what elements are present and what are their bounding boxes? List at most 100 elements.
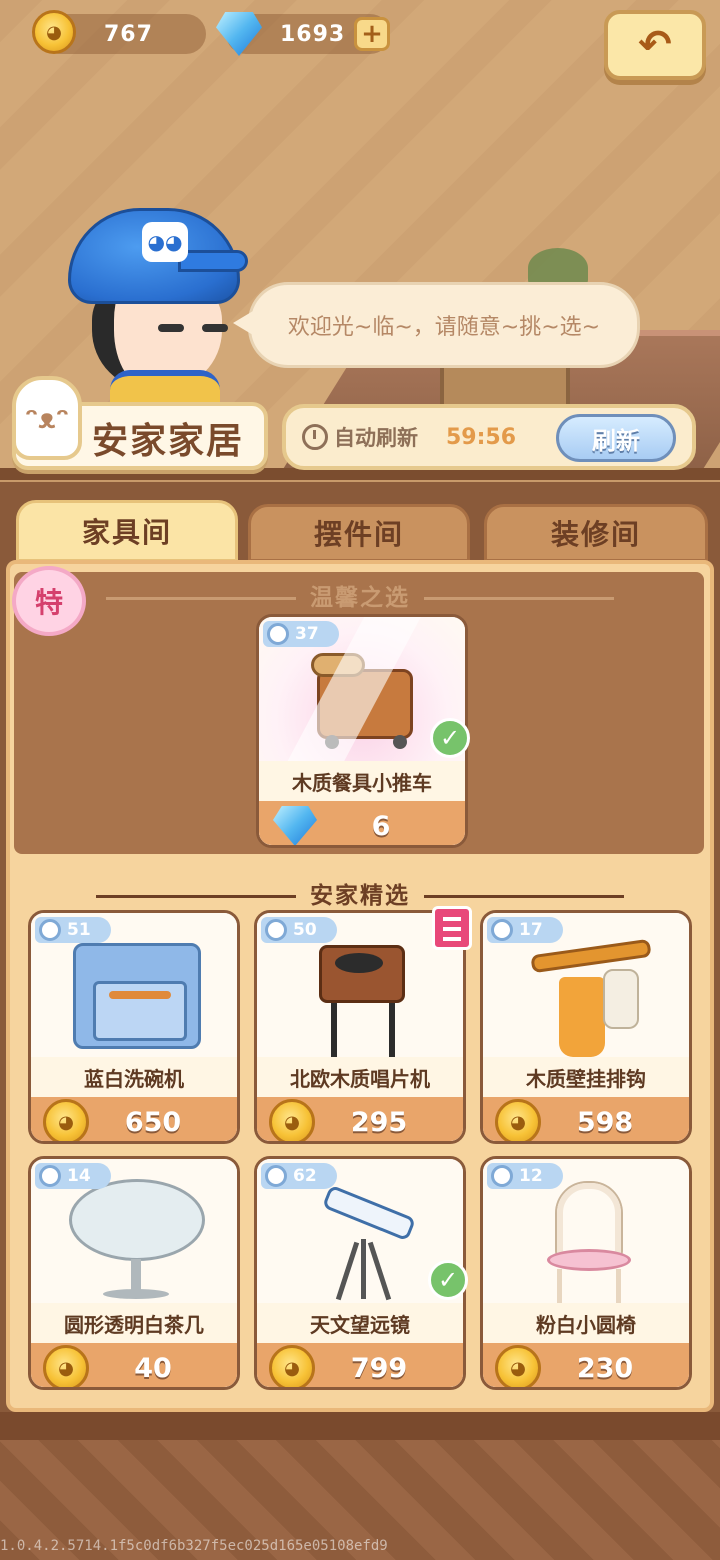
version-text: 1.0.4.2.5714.1f5c0df6b327f5ec025d165e051… [0,1538,388,1554]
gem-amount: 1693 [280,21,346,47]
coin-counter: ◕ 767 [32,10,206,54]
hanging-bag-orange [559,977,605,1057]
item-price: 230 [576,1352,634,1384]
coin-amount: 767 [104,21,153,47]
item-name: 北欧木质唱片机 [257,1057,463,1097]
item-card-pink-chair[interactable]: 12 粉白小圆椅 ◕ 230 [480,1156,692,1390]
shop-name: 安家家居 [92,421,245,462]
item-card-wall-hooks[interactable]: 17 木质壁挂排钩 ◕ 598 [480,910,692,1144]
featured-title-text: 温馨之选 [310,585,410,611]
item-price: 799 [350,1352,408,1384]
flower-icon [491,1165,513,1187]
comfort-value: 37 [295,624,319,644]
item-name: 木质餐具小推车 [259,761,465,801]
recipe-book-icon [432,906,472,950]
check-icon: ✓ [428,1260,468,1300]
rabbit-mascot-icon: ᵔᴥᵔ [12,376,82,460]
dishwasher-handle [109,991,171,999]
flower-icon [491,919,513,941]
stand-leg-left [331,1003,337,1057]
floor-trim [0,1412,720,1442]
item-price: 295 [350,1106,408,1138]
selection-section-title: 安家精选 [0,876,720,910]
coin-icon: ◕ [495,1099,541,1141]
item-name: 圆形透明白茶几 [31,1303,237,1343]
comfort-badge: 62 [261,1163,337,1189]
coin-icon: ◕ [269,1345,315,1387]
gem-icon [273,806,317,845]
refresh-button[interactable]: 刷新 [556,414,676,462]
item-price-row: ◕ 295 [257,1097,463,1141]
item-card-glass-table[interactable]: 14 圆形透明白茶几 ◕ 40 [28,1156,240,1390]
item-price: 650 [124,1106,182,1138]
flower-icon [265,1165,287,1187]
back-button[interactable]: ↶ [604,10,706,80]
refresh-bar: 自动刷新 59:56 刷新 [282,404,696,470]
table-stem [131,1259,141,1293]
chair-legs [557,1269,621,1303]
coin-icon: ◕ [32,10,76,54]
item-name: 蓝白洗碗机 [31,1057,237,1097]
clock-icon [302,424,328,450]
chair-seat [547,1249,631,1271]
dishwasher-door [93,981,187,1041]
comfort-value: 17 [519,920,543,940]
special-badge: 特 [12,566,86,636]
gem-counter: 1693 + [216,12,390,56]
item-card-dishwasher[interactable]: 51 蓝白洗碗机 ◕ 650 [28,910,240,1144]
item-price: 598 [576,1106,634,1138]
back-arrow-icon: ↶ [638,22,672,68]
comfort-badge: 12 [487,1163,563,1189]
featured-section-title: 温馨之选 [0,578,720,612]
item-price-row: ◕ 40 [31,1343,237,1387]
comfort-badge: 17 [487,917,563,943]
hanging-bag-white [603,969,639,1029]
item-price-row: ◕ 650 [31,1097,237,1141]
auto-refresh-label: 自动刷新 [334,426,418,450]
comfort-badge: 14 [35,1163,111,1189]
selection-title-text: 安家精选 [310,883,410,909]
coin-icon: ◕ [495,1345,541,1387]
coin-icon: ◕ [43,1099,89,1141]
bunny-logo-icon: ◕◕ [142,222,188,262]
comfort-value: 51 [67,920,91,940]
npc-speech-text: 欢迎光~临~，请随意~挑~选~ [287,315,601,340]
tab-furniture[interactable]: 家具间 [16,500,238,562]
npc-speech-bubble: 欢迎光~临~，请随意~挑~选~ [233,282,640,368]
item-price: 40 [134,1352,172,1384]
comfort-value: 14 [67,1166,91,1186]
table-top [69,1179,205,1261]
flower-icon [39,919,61,941]
add-gems-button[interactable]: + [354,17,390,51]
item-price-row: 6 [259,801,465,845]
item-price: 6 [371,810,391,842]
comfort-value: 62 [293,1166,317,1186]
cart-wheel-right [393,735,407,749]
flower-icon [267,623,289,645]
coin-icon: ◕ [43,1345,89,1387]
shopkeeper-hat-brim [178,250,248,272]
flower-icon [265,919,287,941]
tripod-leg-right [367,1241,392,1301]
coin-icon: ◕ [269,1099,315,1141]
comfort-value: 50 [293,920,317,940]
chair-back [557,1183,621,1257]
telescope-tube [321,1184,417,1242]
stand-leg-right [389,1003,395,1057]
record-disc [335,953,383,973]
item-name: 天文望远镜 [257,1303,463,1343]
tripod-leg-left [335,1241,360,1301]
flower-icon [39,1165,61,1187]
item-price-row: ◕ 230 [483,1343,689,1387]
tripod-leg-center [361,1239,366,1299]
comfort-badge: 37 [263,621,339,647]
item-price-row: ◕ 598 [483,1097,689,1141]
table-foot [103,1289,169,1299]
tab-ornaments[interactable]: 摆件间 [248,504,470,562]
comfort-badge: 50 [261,917,337,943]
tab-decoration[interactable]: 装修间 [484,504,708,562]
item-name: 粉白小圆椅 [483,1303,689,1343]
hook-rail [530,938,652,974]
refresh-timer: 59:56 [446,424,517,450]
item-name: 木质壁挂排钩 [483,1057,689,1097]
